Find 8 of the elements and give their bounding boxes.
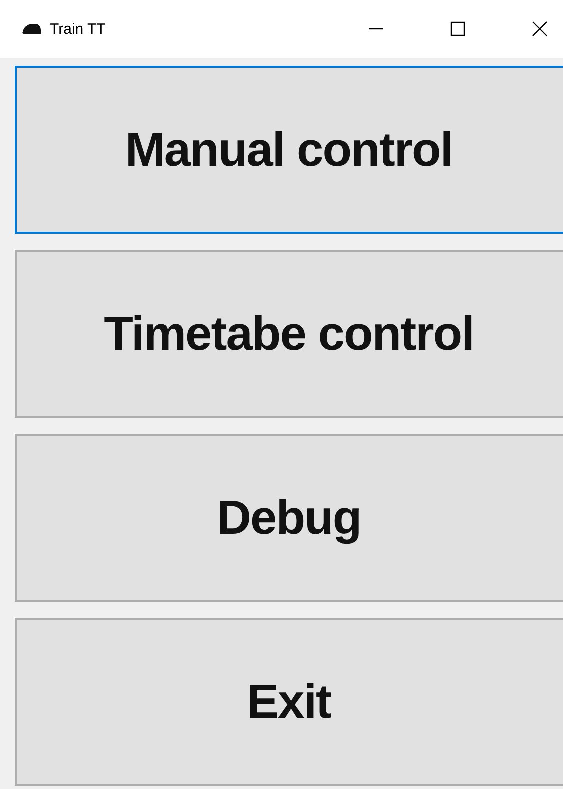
- window-title: Train TT: [50, 20, 106, 38]
- menu-button[interactable]: Timetabe control: [15, 250, 563, 418]
- minimize-icon: [368, 28, 384, 30]
- menu-button[interactable]: Debug: [15, 434, 563, 602]
- menu-button[interactable]: Manual control: [15, 66, 563, 234]
- close-icon: [532, 21, 548, 37]
- menu-button[interactable]: Exit: [15, 618, 563, 786]
- maximize-icon: [450, 21, 466, 37]
